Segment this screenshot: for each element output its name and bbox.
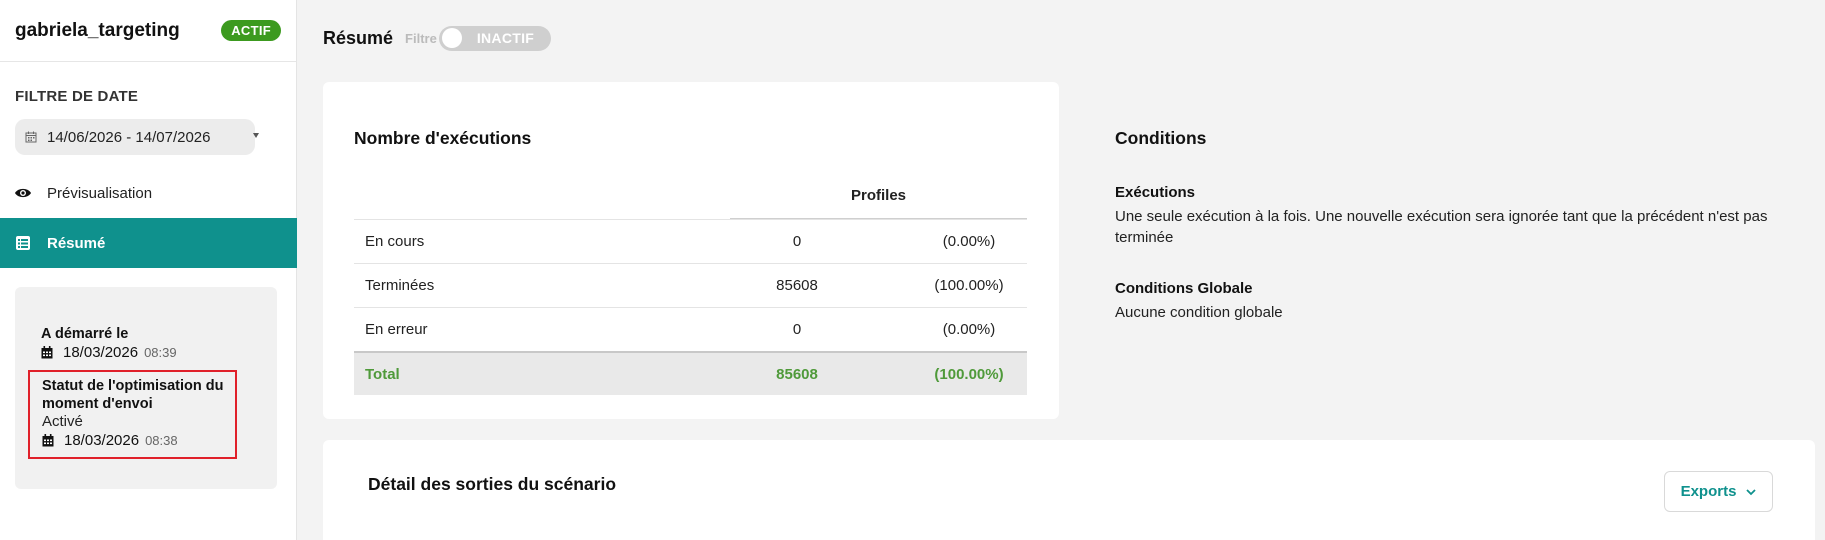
scenario-outputs-title: Détail des sorties du scénario (368, 474, 617, 494)
status-badge: ACTIF (221, 20, 281, 41)
sidebar: gabriela_targeting ACTIF FILTRE DE DATE … (0, 0, 297, 540)
executions-condition-text: Une seule exécution à la fois. Une nouve… (1115, 208, 1768, 246)
date-range-picker[interactable]: 14/06/2026 - 14/07/2026 (15, 119, 259, 155)
nav-item-summary[interactable]: Résumé (0, 218, 297, 268)
row-count: 0 (792, 233, 802, 250)
date-range-value: 14/06/2026 - 14/07/2026 (47, 128, 211, 146)
table-header: Profiles (354, 177, 1027, 219)
started-label: A démarré le (41, 326, 129, 342)
global-condition-label: Conditions Globale (1115, 280, 1253, 297)
exports-button-label: Exports (1680, 483, 1737, 500)
started-info: A démarré le 18/03/2026 08:39 (41, 325, 177, 361)
row-label: En cours (365, 233, 425, 250)
filter-label: Filtre (405, 30, 437, 46)
calendar-icon (42, 434, 54, 447)
toggle-knob (441, 28, 462, 48)
table-row: Terminées 85608 (100.00%) (354, 263, 1027, 307)
row-percent: (0.00%) (942, 321, 996, 338)
caret-down-icon (253, 133, 259, 138)
nav-item-preview-label: Prévisualisation (47, 184, 153, 202)
started-date: 18/03/2026 (63, 344, 139, 361)
calendar-icon (41, 346, 53, 359)
send-time-optimization-datetime: 18/03/2026 08:38 (42, 432, 235, 449)
row-label: Terminées (365, 277, 435, 294)
scenario-outputs-card: Détail des sorties du scénario Exports (323, 440, 1815, 540)
exports-button[interactable]: Exports (1664, 471, 1773, 512)
table-row: En cours 0 (0.00%) (354, 219, 1027, 263)
total-percent: (100.00%) (934, 365, 1004, 383)
started-time: 08:39 (144, 345, 177, 360)
table-row: En erreur 0 (0.00%) (354, 307, 1027, 351)
chevron-down-icon (1746, 488, 1757, 495)
row-percent: (0.00%) (942, 233, 996, 250)
list-icon (14, 234, 32, 252)
table-total-row: Total 85608 (100.00%) (354, 351, 1027, 395)
calendar-icon (25, 131, 37, 143)
executions-card: Nombre d'exécutions Profiles En cours 0 … (323, 82, 1059, 419)
campaign-name: gabriela_targeting (15, 19, 180, 41)
row-percent: (100.00%) (934, 277, 1004, 294)
total-label: Total (365, 365, 400, 383)
executions-title: Nombre d'exécutions (354, 128, 532, 148)
send-time-optimization-date: 18/03/2026 (64, 432, 140, 449)
send-time-optimization-time: 08:38 (145, 433, 178, 448)
row-label: En erreur (365, 321, 428, 338)
total-count: 85608 (776, 365, 818, 383)
eye-icon (14, 184, 32, 202)
row-count: 0 (792, 321, 802, 338)
sidebar-header: gabriela_targeting ACTIF (0, 0, 296, 62)
profiles-column-header: Profiles (851, 187, 907, 204)
filter-toggle-label: INACTIF (476, 29, 535, 46)
send-time-optimization-status: Statut de l'optimisation du moment d'env… (28, 370, 237, 459)
row-count: 85608 (776, 277, 818, 294)
send-time-optimization-value: Activé (42, 413, 83, 430)
filter-toggle[interactable]: INACTIF (438, 25, 551, 51)
summary-topbar: Résumé Filtre INACTIF (323, 25, 551, 51)
date-filter-label: FILTRE DE DATE (15, 88, 139, 105)
executions-condition-label: Exécutions (1115, 184, 1196, 201)
nav-item-preview[interactable]: Prévisualisation (0, 168, 297, 218)
conditions-title: Conditions (1115, 128, 1207, 148)
executions-table: Profiles En cours 0 (0.00%) Terminées 85… (354, 177, 1027, 395)
send-time-optimization-label: Statut de l'optimisation du moment d'env… (42, 378, 224, 412)
nav-item-summary-label: Résumé (47, 234, 106, 252)
page-title: Résumé (323, 27, 394, 48)
started-datetime: 18/03/2026 08:39 (41, 344, 177, 361)
global-condition-text: Aucune condition globale (1115, 304, 1283, 321)
